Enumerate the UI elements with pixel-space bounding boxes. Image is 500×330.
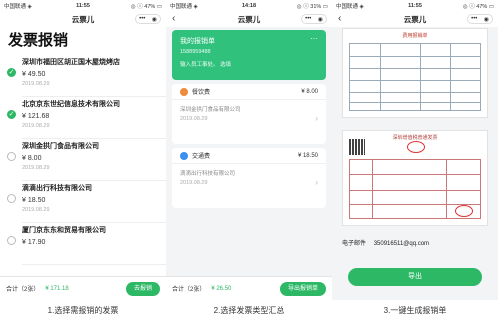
invoice-date: 2019.08.29 [22, 165, 50, 171]
export-button[interactable]: 导出 [348, 268, 482, 286]
status-bar: 中国联通 ◈ 11:55 ◎ ⓘ 47% ▭ [332, 0, 498, 11]
category-sum: ¥ 18.50 [297, 152, 318, 159]
invoice-date: 2019.08.29 [22, 207, 50, 213]
category-icon [180, 87, 188, 96]
clock-text: 11:55 [76, 2, 90, 9]
chevron-right-icon: › [315, 114, 318, 123]
invoice-list: ✓ 深圳市福田区胡正国木屋烧烤店 ¥ 49.50 2019.08.29 ✓ 北京京东世纪信… [0, 55, 166, 265]
total-amount: ¥ 171.18 [45, 285, 69, 292]
nav-bar: 云票儿 ••• ◉ [0, 11, 166, 27]
close-circle-icon[interactable]: ◉ [152, 16, 157, 23]
invoice-row[interactable]: 厦门京东东和贸易有限公司 ¥ 17.90 [0, 223, 166, 265]
bill-header-card: 我的报销单 1588959488 输入员工事处。 选填 ··· [172, 30, 326, 80]
clock-text: 14:18 [241, 2, 257, 9]
item-seller: 深圳金拱门食品有限公司 [180, 107, 241, 113]
invoice-amount: ¥ 17.90 [22, 239, 46, 246]
more-icon[interactable]: ••• [305, 16, 311, 22]
nav-bar: ‹ 云票儿 ••• ◉ [332, 11, 498, 27]
bill-phone: 1588959488 [180, 49, 211, 55]
total-label: 合计（2张） [6, 287, 40, 293]
total-label: 合计（2张） [172, 287, 206, 293]
category-header: 交通费 ¥ 18.50 [172, 148, 326, 164]
more-icon[interactable]: ••• [471, 16, 477, 22]
email-label: 电子邮件 [342, 241, 367, 247]
invoice-amount: ¥ 121.68 [22, 113, 50, 120]
expense-report-title: 费用报销单 [402, 33, 428, 39]
close-circle-icon[interactable]: ◉ [318, 16, 323, 23]
category-item[interactable]: 滴滴出行科技有限公司 2019.08.29 › [172, 164, 326, 191]
item-seller: 滴滴出行科技有限公司 [180, 171, 236, 177]
invoice-preview[interactable]: 深圳增值税普通发票 [342, 130, 488, 226]
email-row: 电子邮件 350916511@qq.com [342, 238, 429, 247]
category-card[interactable]: 餐饮费 ¥ 8.00 深圳金拱门食品有限公司 2019.08.29 › [172, 84, 326, 144]
item-date: 2019.08.29 [180, 180, 208, 186]
total-amount: ¥ 26.50 [211, 285, 232, 292]
close-circle-icon[interactable]: ◉ [484, 16, 489, 23]
expense-report-preview[interactable]: 费用报销单 [342, 28, 488, 118]
invoice-date: 2019.08.29 [22, 123, 50, 129]
nav-bar: ‹ 云票儿 ••• ◉ [166, 11, 332, 27]
category-icon [180, 151, 188, 160]
caption-step-2: 2.选择发票类型汇总 [213, 306, 285, 315]
checkbox-icon[interactable] [7, 152, 16, 161]
invoice-date: 2019.08.29 [22, 81, 50, 87]
qr-code-icon [349, 139, 365, 155]
category-sum: ¥ 8.00 [301, 88, 318, 95]
checkbox-icon[interactable] [7, 194, 16, 203]
caption-step-3: 3.一键生成报销单 [383, 306, 447, 315]
chevron-right-icon: › [315, 178, 318, 187]
seal-stamp-icon [455, 205, 473, 217]
invoice-amount: ¥ 18.50 [22, 197, 46, 204]
page-title: 发票报销 [8, 32, 69, 49]
checkbox-icon[interactable] [7, 236, 16, 245]
item-date: 2019.08.29 [180, 116, 208, 122]
divider [22, 264, 166, 265]
invoice-amount: ¥ 8.00 [22, 155, 42, 162]
status-bar: 中国联通 ◈ 14:18 ◎ ⓘ 31% ▭ [166, 0, 332, 11]
reimburse-button[interactable]: 去报销 [125, 281, 160, 296]
miniapp-capsule[interactable]: ••• ◉ [135, 14, 161, 24]
invoice-row[interactable]: 深圳金拱门食品有限公司 ¥ 8.00 2019.08.29 [0, 139, 166, 181]
email-value[interactable]: 350916511@qq.com [374, 241, 429, 247]
phone-screen-generated: 中国联通 ◈ 11:55 ◎ ⓘ 47% ▭ ‹ 云票儿 ••• ◉ 费用报销单 … [332, 0, 498, 300]
checkbox-icon[interactable]: ✓ [7, 110, 16, 119]
category-label: 交通费 [192, 154, 211, 160]
category-card[interactable]: 交通费 ¥ 18.50 滴滴出行科技有限公司 2019.08.29 › [172, 148, 326, 208]
bottom-bar: 合计（2张） ¥ 171.18 去报销 [0, 276, 166, 300]
invoice-seller: 北京京东世纪信息技术有限公司 [22, 101, 120, 108]
checkbox-icon[interactable]: ✓ [7, 68, 16, 77]
invoice-seller: 深圳金拱门食品有限公司 [22, 143, 99, 150]
bill-note-field[interactable]: 输入员工事处。 选填 [180, 60, 318, 68]
category-list: 餐饮费 ¥ 8.00 深圳金拱门食品有限公司 2019.08.29 › 交通费 ¥ 18.5… [166, 84, 332, 208]
caption-step-1: 1.选择需报销的发票 [47, 306, 119, 315]
expense-report-table [349, 43, 481, 111]
more-icon[interactable]: ••• [139, 16, 145, 22]
category-header: 餐饮费 ¥ 8.00 [172, 84, 326, 100]
bottom-bar: 合计（2张） ¥ 26.50 导出报销单 [166, 276, 332, 300]
export-bill-button[interactable]: 导出报销单 [279, 281, 326, 296]
invoice-row[interactable]: ✓ 深圳市福田区胡正国木屋烧烤店 ¥ 49.50 2019.08.29 [0, 55, 166, 97]
invoice-amount: ¥ 49.50 [22, 71, 46, 78]
seal-stamp-icon [407, 141, 425, 153]
invoice-row[interactable]: 滴滴出行科技有限公司 ¥ 18.50 2019.08.29 [0, 181, 166, 223]
invoice-seller: 厦门京东东和贸易有限公司 [22, 227, 106, 234]
invoice-seller: 滴滴出行科技有限公司 [22, 185, 92, 192]
miniapp-capsule[interactable]: ••• ◉ [467, 14, 493, 24]
miniapp-capsule[interactable]: ••• ◉ [301, 14, 327, 24]
category-item[interactable]: 深圳金拱门食品有限公司 2019.08.29 › [172, 100, 326, 127]
bill-title: 我的报销单 [180, 38, 215, 45]
status-bar: 中国联通 ◈ 11:55 ◎ ⓘ 47% ▭ [0, 0, 166, 11]
clock-text: 11:55 [408, 2, 422, 9]
invoice-row[interactable]: ✓ 北京京东世纪信息技术有限公司 ¥ 121.68 2019.08.29 [0, 97, 166, 139]
phone-screen-select-invoices: 中国联通 ◈ 11:55 ◎ ⓘ 47% ▭ 云票儿 ••• ◉ 发票报销 ✓ 深圳… [0, 0, 166, 300]
more-icon[interactable]: ··· [310, 34, 318, 43]
category-label: 餐饮费 [192, 90, 211, 96]
invoice-seller: 深圳市福田区胡正国木屋烧烤店 [22, 59, 120, 66]
phone-screen-summary: 中国联通 ◈ 14:18 ◎ ⓘ 31% ▭ ‹ 云票儿 ••• ◉ 我的报销单 … [166, 0, 332, 300]
